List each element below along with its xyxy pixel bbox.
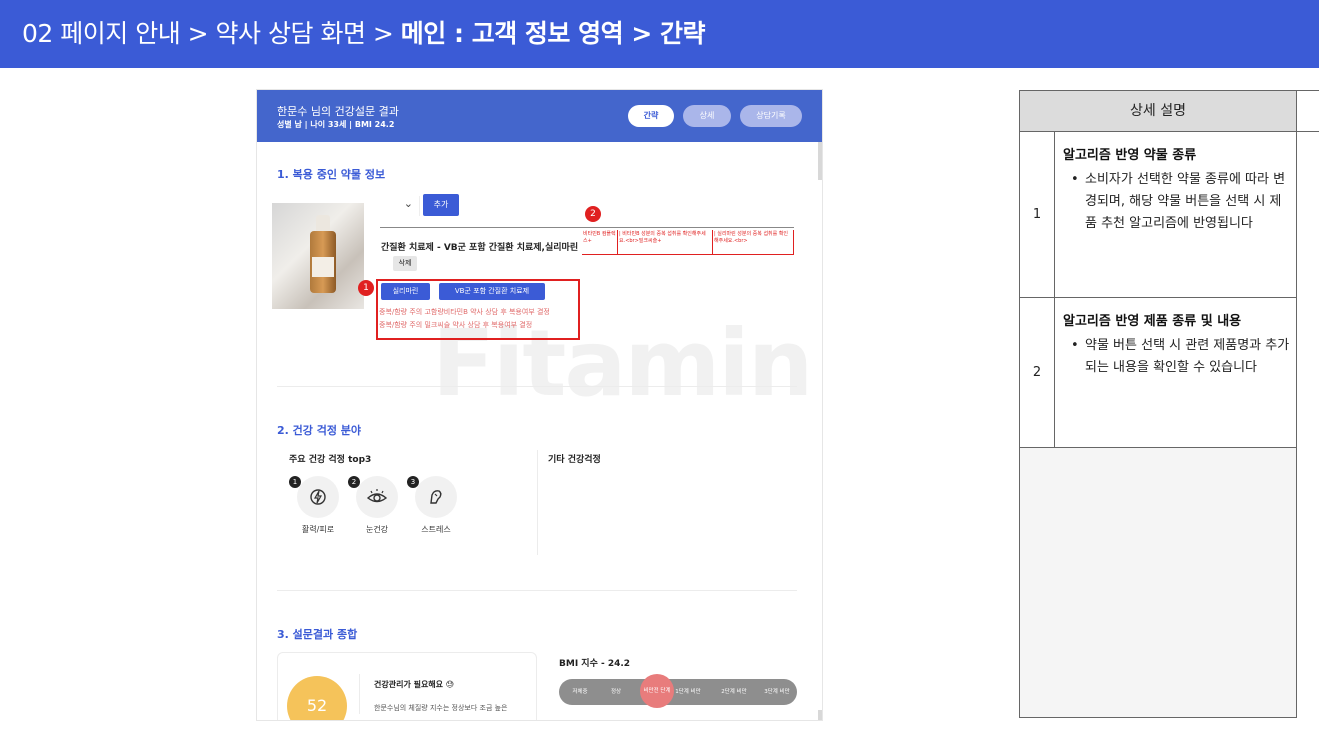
column-divider [537, 450, 538, 555]
section1-title: 1. 복용 중인 약물 정보 [277, 168, 386, 181]
section-divider [277, 386, 797, 387]
bmi-segment: 2단계 비만 [721, 689, 747, 695]
energy-icon [297, 476, 339, 518]
page-header-title: 02 페이지 안내 > 약사 상담 화면 > 메인 : 고객 정보 영역 > 간… [22, 14, 705, 50]
selected-drug-text: 간질환 치료제 - VB군 포함 간질환 치료제,실리마린 [381, 243, 579, 253]
row-body: 알고리즘 반영 약물 종류 소비자가 선택한 약물 종류에 따라 변경되며, 해… [1063, 144, 1291, 235]
bmi-scale: 저체중 정상 1단계 비만 2단계 비만 3단계 비만 [559, 679, 797, 705]
row-bullet: 소비자가 선택한 약물 종류에 따라 변경되며, 해당 약물 버튼을 선택 시 … [1063, 169, 1291, 235]
warning-text: 중복/함량 주의 고함량비타민B 약사 상담 후 복용여부 결정 [379, 308, 550, 316]
add-drug-button[interactable]: 추가 [423, 194, 459, 216]
row-number: 1 [1020, 132, 1055, 297]
bmi-segment: 3단계 비만 [764, 689, 790, 695]
divider [380, 227, 794, 228]
delete-button[interactable]: 삭제 [393, 256, 417, 271]
description-row: 1 알고리즘 반영 약물 종류 소비자가 선택한 약물 종류에 따라 변경되며,… [1020, 132, 1296, 298]
app-screen: 한문수 님의 건강설문 결과 성별 남 | 나이 33세 | BMI 24.2 … [257, 90, 822, 720]
rank-badge: 2 [348, 476, 360, 488]
concern-label: 활력/피로 [301, 525, 335, 534]
description-row: 2 알고리즘 반영 제품 종류 및 내용 약물 버튼 선택 시 관련 제품명과 … [1020, 298, 1296, 448]
bmi-active-segment: 비만전 단계 [640, 674, 674, 708]
score-body: 한문수님의 체질량 지수는 정상보다 조금 높은 [374, 704, 508, 712]
product-cell: | 실리마린 성분의 중복 섭취를 확인해주세요.<br> [713, 230, 794, 255]
stress-icon [415, 476, 457, 518]
bottle-label-shape [312, 257, 334, 277]
header-bold: 메인 : 고객 정보 영역 > 간략 [400, 19, 706, 48]
drug-button-vb-liver[interactable]: VB군 포함 간질환 치료제 [439, 283, 545, 300]
score-headline: 건강관리가 필요해요 😓 [374, 680, 455, 689]
bmi-segment: 정상 [610, 689, 622, 695]
concern-label: 스트레스 [421, 525, 451, 534]
rank-badge: 3 [407, 476, 419, 488]
row-body: 알고리즘 반영 제품 종류 및 내용 약물 버튼 선택 시 관련 제품명과 추가… [1063, 310, 1291, 379]
product-photo [272, 203, 364, 309]
scrollbar[interactable] [818, 142, 822, 180]
product-cell: | 비타민B 성분의 중복 섭취를 확인해주세요.<br>밀크씨슬+ [618, 230, 713, 255]
tab-detail[interactable]: 상세 [683, 105, 731, 127]
chevron-down-icon: ⌄ [403, 197, 413, 210]
row-title: 알고리즘 반영 약물 종류 [1063, 148, 1197, 163]
customer-meta: 성별 남 | 나이 33세 | BMI 24.2 [277, 120, 395, 129]
other-concern-label: 기타 건강걱정 [548, 455, 601, 465]
warning-text: 중복/함량 주의 밀크씨슬 약사 상담 후 복용여부 결정 [379, 321, 533, 329]
panel-title: 상세 설명 [1020, 91, 1296, 132]
top3-label: 주요 건강 걱정 top3 [289, 455, 372, 465]
product-cell: 비타민B 컴플렉스+ [582, 230, 618, 255]
score-divider [359, 674, 360, 714]
row-bullet: 약물 버튼 선택 시 관련 제품명과 추가되는 내용을 확인할 수 있습니다 [1063, 335, 1291, 379]
section3-title: 3. 설문결과 종합 [277, 628, 358, 641]
row-number: 2 [1020, 298, 1055, 447]
section2-title: 2. 건강 걱정 분야 [277, 424, 362, 437]
scrollbar-bottom[interactable] [818, 710, 822, 720]
drug-button-silymarin[interactable]: 실리마린 [381, 283, 430, 300]
section-divider [277, 590, 797, 591]
tab-consult-history[interactable]: 상담기록 [740, 105, 802, 127]
description-panel: 상세 설명 1 알고리즘 반영 약물 종류 소비자가 선택한 약물 종류에 따라… [1019, 90, 1297, 718]
row-title: 알고리즘 반영 제품 종류 및 내용 [1063, 314, 1242, 329]
annotation-badge-2: 2 [585, 206, 601, 222]
bmi-segment: 1단계 비만 [675, 689, 701, 695]
eye-icon [356, 476, 398, 518]
customer-header: 한문수 님의 건강설문 결과 성별 남 | 나이 33세 | BMI 24.2 … [257, 90, 822, 142]
bmi-title: BMI 지수 - 24.2 [559, 659, 631, 669]
header-prefix: 02 페이지 안내 > 약사 상담 화면 > [22, 19, 394, 48]
customer-name: 한문수 님의 건강설문 결과 [277, 105, 399, 118]
drug-select[interactable]: ⌄ [365, 196, 420, 216]
concern-label: 눈건강 [365, 525, 389, 534]
annotation-badge-1: 1 [358, 280, 374, 296]
rank-badge: 1 [289, 476, 301, 488]
bmi-segment: 저체중 [572, 689, 588, 695]
panel-edge [1297, 90, 1319, 132]
product-row: 비타민B 컴플렉스+ | 비타민B 성분의 중복 섭취를 확인해주세요.<br>… [582, 230, 794, 255]
tab-summary[interactable]: 간략 [628, 105, 674, 127]
page-header-bar: 02 페이지 안내 > 약사 상담 화면 > 메인 : 고객 정보 영역 > 간… [0, 0, 1319, 68]
